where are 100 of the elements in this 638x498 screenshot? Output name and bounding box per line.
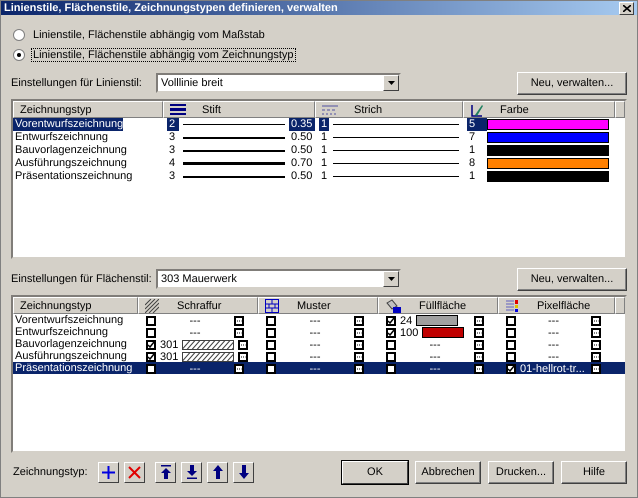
- checkbox[interactable]: [386, 316, 396, 326]
- table-cell: ---: [430, 350, 440, 362]
- checkbox[interactable]: [146, 364, 156, 374]
- radio-button[interactable]: [13, 49, 25, 61]
- table-cell-text: 0.70: [290, 157, 314, 170]
- table-row[interactable]: Ausführungszeichnung 301 --- --- ---: [13, 350, 625, 362]
- more-button[interactable]: [474, 352, 484, 362]
- table-row[interactable]: Entwurfszeichnung --- --- 100 ---: [13, 326, 625, 338]
- checkbox[interactable]: [266, 316, 276, 326]
- arrow-to-top-icon: [160, 465, 172, 479]
- table-row[interactable]: Präsentationszeichnung --- --- --- 01-hellrot-tr...: [13, 362, 625, 374]
- column-header[interactable]: Strich: [315, 101, 463, 118]
- table-row[interactable]: Vorentwurfszeichnung --- --- 24 ---: [13, 314, 625, 326]
- brick-icon: [265, 298, 279, 312]
- paint-bucket-icon: [385, 298, 401, 312]
- checkbox[interactable]: [386, 340, 396, 350]
- manage-button[interactable]: Neu, verwalten...: [517, 72, 627, 94]
- checkbox[interactable]: [266, 328, 276, 338]
- checkbox[interactable]: [146, 328, 156, 338]
- toolbar-button[interactable]: [124, 462, 145, 482]
- toolbar-label: Zeichnungstyp:: [13, 466, 89, 478]
- close-button[interactable]: [619, 2, 634, 14]
- hatch-swatch: [182, 352, 234, 362]
- table-cell[interactable]: Bauvorlagenzeichnung: [13, 144, 127, 157]
- table-cell-text: Vorentwurfszeichnung: [14, 314, 124, 327]
- table-cell: 301: [160, 350, 178, 362]
- table-cell[interactable]: Vorentwurfszeichnung: [13, 118, 124, 131]
- table-cell[interactable]: Präsentationszeichnung: [13, 170, 132, 183]
- more-button[interactable]: [591, 340, 601, 350]
- toolbar-button[interactable]: [155, 462, 176, 482]
- column-header[interactable]: Farbe: [463, 101, 615, 118]
- column-header[interactable]: Füllfläche: [378, 297, 498, 314]
- checkbox[interactable]: [266, 352, 276, 362]
- more-button[interactable]: [354, 340, 364, 350]
- checkbox[interactable]: [146, 340, 156, 350]
- dialog-button[interactable]: Abbrechen: [415, 460, 481, 484]
- column-header[interactable]: Pixelfläche: [498, 297, 615, 314]
- more-button[interactable]: [354, 316, 364, 326]
- checkbox[interactable]: [386, 364, 396, 374]
- table-cell-text: 3: [168, 131, 176, 144]
- toolbar-button[interactable]: [181, 462, 202, 482]
- more-button[interactable]: [354, 328, 364, 338]
- table-cell: ---: [190, 362, 200, 374]
- toolbar-button[interactable]: [98, 462, 119, 482]
- more-button[interactable]: [591, 364, 601, 374]
- more-button[interactable]: [474, 340, 484, 350]
- toolbar-button[interactable]: [233, 462, 254, 482]
- dialog-button[interactable]: Hilfe: [561, 460, 627, 484]
- checkbox[interactable]: [386, 328, 396, 338]
- checkbox[interactable]: [506, 328, 516, 338]
- column-header[interactable]: Stift: [163, 101, 315, 118]
- checkmark-icon: [508, 366, 514, 372]
- table-cell: ---: [430, 338, 440, 350]
- column-header[interactable]: Schraffur: [138, 297, 258, 314]
- hatch-swatch: [182, 340, 234, 350]
- more-button[interactable]: [354, 364, 364, 374]
- checkbox[interactable]: [266, 364, 276, 374]
- more-button[interactable]: [234, 328, 244, 338]
- table-cell[interactable]: Entwurfszeichnung: [13, 131, 108, 144]
- table-cell-text: 0.50: [290, 131, 314, 144]
- more-button[interactable]: [238, 340, 248, 350]
- column-header[interactable]: Zeichnungstyp: [13, 101, 163, 118]
- more-button[interactable]: [234, 316, 244, 326]
- toolbar-button[interactable]: [207, 462, 228, 482]
- more-button[interactable]: [238, 352, 248, 362]
- table-cell[interactable]: Ausführungszeichnung: [13, 157, 127, 170]
- manage-button[interactable]: Neu, verwalten...: [517, 268, 627, 290]
- table-cell: 301: [160, 338, 178, 350]
- more-button[interactable]: [591, 316, 601, 326]
- more-button[interactable]: [474, 316, 484, 326]
- checkbox[interactable]: [506, 352, 516, 362]
- checkbox[interactable]: [146, 352, 156, 362]
- table-cell: ---: [548, 314, 559, 326]
- table-row[interactable]: Bauvorlagenzeichnung 301 --- --- ---: [13, 338, 625, 350]
- checkbox[interactable]: [386, 352, 396, 362]
- checkbox[interactable]: [506, 364, 516, 374]
- more-button[interactable]: [354, 352, 364, 362]
- more-button[interactable]: [474, 364, 484, 374]
- more-button[interactable]: [234, 364, 244, 374]
- more-button[interactable]: [474, 328, 484, 338]
- radio-button[interactable]: [13, 29, 25, 41]
- line-style-dropdown[interactable]: Volllinie breit: [156, 73, 401, 93]
- more-button[interactable]: [591, 328, 601, 338]
- dialog-button[interactable]: OK: [342, 460, 408, 484]
- arrow-up-icon: [212, 465, 224, 479]
- checkbox[interactable]: [506, 340, 516, 350]
- checkbox[interactable]: [266, 340, 276, 350]
- table-cell-text: 8: [468, 157, 476, 170]
- column-header[interactable]: Muster: [258, 297, 378, 314]
- checkbox[interactable]: [506, 316, 516, 326]
- more-button[interactable]: [591, 352, 601, 362]
- table-cell-text: 1: [468, 144, 476, 157]
- column-header[interactable]: Zeichnungstyp: [13, 297, 138, 314]
- checkbox[interactable]: [146, 316, 156, 326]
- dashed-lines-icon: [322, 104, 338, 114]
- arrow-to-bottom-icon: [186, 465, 198, 479]
- dialog-button[interactable]: Drucken...: [488, 460, 554, 484]
- table-cell: ---: [430, 362, 440, 374]
- area-style-dropdown[interactable]: 303 Mauerwerk: [156, 269, 401, 289]
- lines-icon: [170, 104, 186, 115]
